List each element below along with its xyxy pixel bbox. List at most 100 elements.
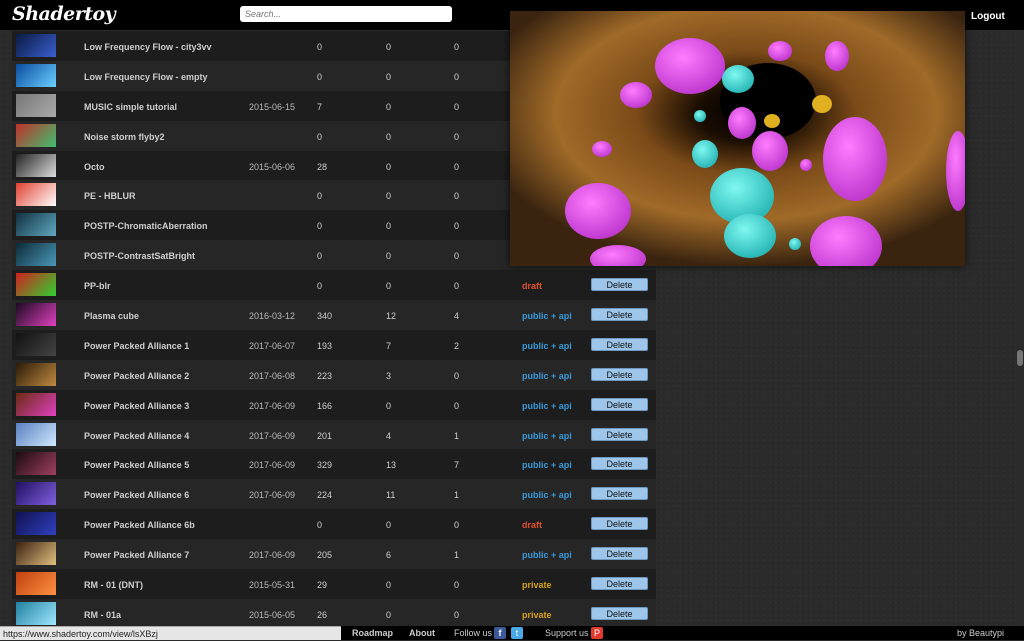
logo[interactable]: Shadertoy xyxy=(12,3,116,25)
facebook-icon[interactable]: f xyxy=(494,627,506,639)
patreon-icon[interactable]: P xyxy=(591,627,603,639)
shader-comments: 0 xyxy=(454,520,460,531)
shader-views: 340 xyxy=(317,311,333,322)
shader-date: 2017-06-09 xyxy=(249,400,296,411)
table-row[interactable]: Power Packed Alliance 5 2017-06-09 329 13 7 p… xyxy=(12,449,656,480)
delete-button[interactable]: Delete xyxy=(591,457,648,471)
shader-name[interactable]: RM - 01 (DNT) xyxy=(84,580,143,590)
roadmap-link[interactable]: Roadmap xyxy=(352,626,393,640)
shader-name[interactable]: Power Packed Alliance 6 xyxy=(84,490,189,500)
shader-thumbnail[interactable] xyxy=(16,63,56,87)
shader-views: 224 xyxy=(317,490,333,501)
delete-button[interactable]: Delete xyxy=(591,367,648,381)
shader-thumbnail[interactable] xyxy=(16,153,56,177)
about-link[interactable]: About xyxy=(409,626,435,640)
shader-name[interactable]: Plasma cube xyxy=(84,311,139,321)
shader-thumbnail[interactable] xyxy=(16,123,56,147)
shader-views: 26 xyxy=(317,609,328,620)
shader-status: draft xyxy=(522,281,542,292)
table-row[interactable]: Power Packed Alliance 1 2017-06-07 193 7 2 pu… xyxy=(12,329,656,360)
table-row[interactable]: Plasma cube 2016-03-12 340 12 4 public + api D… xyxy=(12,300,656,330)
shader-thumbnail[interactable] xyxy=(16,303,56,327)
shader-thumbnail[interactable] xyxy=(16,213,56,237)
shader-comments: 0 xyxy=(454,580,460,591)
shader-thumbnail[interactable] xyxy=(16,93,56,117)
shader-views: 0 xyxy=(317,42,323,52)
logout-link[interactable]: Logout xyxy=(971,11,1005,22)
shader-comments: 0 xyxy=(454,191,460,202)
shader-likes: 0 xyxy=(386,161,392,172)
search-input[interactable] xyxy=(240,6,452,22)
shader-preview[interactable] xyxy=(510,11,965,266)
delete-button[interactable]: Delete xyxy=(591,577,648,591)
shader-thumbnail[interactable] xyxy=(16,362,56,386)
twitter-icon[interactable]: t xyxy=(511,627,523,639)
shader-thumbnail[interactable] xyxy=(16,243,56,267)
shader-name[interactable]: POSTP-ChromaticAberration xyxy=(84,221,208,231)
shader-name[interactable]: Power Packed Alliance 5 xyxy=(84,460,189,470)
delete-button[interactable]: Delete xyxy=(591,278,648,292)
shader-thumbnail[interactable] xyxy=(16,482,56,506)
shader-thumbnail[interactable] xyxy=(16,512,56,536)
shader-status: public + api xyxy=(522,460,572,471)
shader-name[interactable]: PP-blr xyxy=(84,281,111,291)
shader-thumbnail[interactable] xyxy=(16,392,56,416)
shader-thumbnail[interactable] xyxy=(16,183,56,207)
shader-likes: 0 xyxy=(386,609,392,620)
shader-status: public + api xyxy=(522,550,572,561)
delete-button[interactable]: Delete xyxy=(591,308,648,322)
shader-thumbnail[interactable] xyxy=(16,452,56,476)
shader-views: 0 xyxy=(317,251,323,262)
delete-button[interactable]: Delete xyxy=(591,397,648,411)
shader-name[interactable]: POSTP-ContrastSatBright xyxy=(84,251,195,261)
shader-date: 2017-06-09 xyxy=(249,550,296,561)
shader-status: public + api xyxy=(522,430,572,441)
table-row[interactable]: Power Packed Alliance 6 2017-06-09 224 11 1 p… xyxy=(12,479,656,510)
shader-name[interactable]: Power Packed Alliance 6b xyxy=(84,520,195,530)
table-row[interactable]: Power Packed Alliance 3 2017-06-09 166 0 0 pu… xyxy=(12,389,656,420)
shader-likes: 0 xyxy=(386,191,392,202)
shader-date: 2015-06-06 xyxy=(249,161,296,172)
table-row[interactable]: PP-blr 0 0 0 draft Delete xyxy=(12,270,656,301)
shader-thumbnail[interactable] xyxy=(16,34,56,57)
table-row[interactable]: RM - 01 (DNT) 2015-05-31 29 0 0 private Delete xyxy=(12,569,656,599)
shader-thumbnail[interactable] xyxy=(16,273,56,297)
shader-name[interactable]: Power Packed Alliance 1 xyxy=(84,341,189,351)
shader-name[interactable]: MUSIC simple tutorial xyxy=(84,102,177,112)
shader-name[interactable]: Low Frequency Flow - city3vv xyxy=(84,42,212,52)
shader-likes: 11 xyxy=(386,490,396,501)
shader-name[interactable]: Power Packed Alliance 2 xyxy=(84,371,189,381)
shader-name[interactable]: Low Frequency Flow - empty xyxy=(84,72,208,82)
delete-button[interactable]: Delete xyxy=(591,487,648,501)
table-row[interactable]: Power Packed Alliance 4 2017-06-09 201 4 1 pu… xyxy=(12,419,656,450)
shader-thumbnail[interactable] xyxy=(16,572,56,596)
delete-button[interactable]: Delete xyxy=(591,606,648,620)
shader-thumbnail[interactable] xyxy=(16,332,56,356)
shader-name[interactable]: Power Packed Alliance 4 xyxy=(84,431,189,441)
shader-thumbnail[interactable] xyxy=(16,542,56,566)
shader-comments: 0 xyxy=(454,609,460,620)
shader-comments: 1 xyxy=(454,490,460,501)
shader-name[interactable]: Power Packed Alliance 3 xyxy=(84,401,189,411)
shader-views: 201 xyxy=(317,430,333,441)
shader-date: 2015-06-05 xyxy=(249,609,296,620)
shader-name[interactable]: RM - 01a xyxy=(84,610,121,620)
shader-name[interactable]: Octo xyxy=(84,162,105,172)
scrollbar[interactable] xyxy=(1016,30,1024,626)
scrollbar-thumb[interactable] xyxy=(1017,350,1023,366)
delete-button[interactable]: Delete xyxy=(591,517,648,531)
shader-name[interactable]: PE - HBLUR xyxy=(84,191,136,201)
shader-thumbnail[interactable] xyxy=(16,422,56,446)
shader-likes: 6 xyxy=(386,550,392,561)
shader-name[interactable]: Power Packed Alliance 7 xyxy=(84,550,189,560)
shader-likes: 3 xyxy=(386,370,392,381)
table-row[interactable]: Power Packed Alliance 7 2017-06-09 205 6 1 pu… xyxy=(12,539,656,570)
delete-button[interactable]: Delete xyxy=(591,547,648,561)
table-row[interactable]: Power Packed Alliance 6b 0 0 0 draft Delete xyxy=(12,509,656,540)
delete-button[interactable]: Delete xyxy=(591,337,648,351)
shader-name[interactable]: Noise storm flyby2 xyxy=(84,132,165,142)
table-row[interactable]: Power Packed Alliance 2 2017-06-08 223 3 0 pu… xyxy=(12,359,656,390)
shader-thumbnail[interactable] xyxy=(16,601,56,625)
delete-button[interactable]: Delete xyxy=(591,427,648,441)
table-row[interactable]: RM - 01a 2015-06-05 26 0 0 private Delete xyxy=(12,598,656,629)
